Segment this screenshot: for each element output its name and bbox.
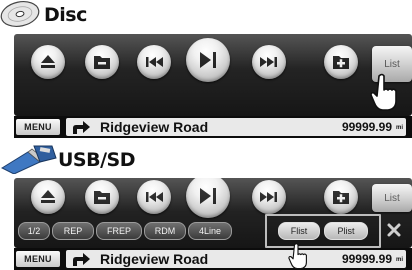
list-button[interactable]: List xyxy=(372,184,412,212)
play-pause-button[interactable] xyxy=(186,178,230,218)
pointing-hand-icon xyxy=(288,243,307,270)
next-track-button[interactable] xyxy=(252,45,286,79)
folder-down-button[interactable] xyxy=(85,45,119,79)
menu-button[interactable]: MENU xyxy=(16,119,60,135)
list-button-label: List xyxy=(384,58,400,70)
folder-down-icon xyxy=(94,191,110,204)
eject-button[interactable] xyxy=(31,45,65,79)
previous-track-button[interactable] xyxy=(137,45,171,79)
usb-section-header: USB/SD xyxy=(0,145,136,174)
folder-down-button[interactable] xyxy=(85,180,119,214)
usb-sd-icon xyxy=(0,145,57,174)
right-turn-arrow-icon xyxy=(73,253,90,266)
previous-track-button[interactable] xyxy=(137,180,171,214)
eject-icon xyxy=(41,55,55,68)
disc-icon xyxy=(0,1,40,27)
road-name: Ridgeview Road xyxy=(100,119,209,135)
usb-sd-title: USB/SD xyxy=(58,149,136,171)
play-pause-button[interactable] xyxy=(186,38,230,82)
disc-title: Disc xyxy=(44,4,87,26)
repeat-button[interactable]: REP xyxy=(52,222,94,240)
distance-value: 99999.99 xyxy=(341,120,392,134)
folder-up-icon xyxy=(333,191,349,204)
distance-value: 99999.99 xyxy=(341,252,392,266)
folder-up-button[interactable] xyxy=(324,180,358,214)
next-track-icon xyxy=(260,57,277,67)
eject-button[interactable] xyxy=(31,180,65,214)
pointing-hand-icon xyxy=(370,73,397,111)
navigation-info[interactable]: Ridgeview Road 99999.99 mi xyxy=(66,250,406,268)
previous-track-icon xyxy=(146,192,163,202)
disc-section-header: Disc xyxy=(0,0,130,28)
eject-icon xyxy=(41,190,55,203)
folder-up-button[interactable] xyxy=(324,45,358,79)
folder-repeat-button[interactable]: FREP xyxy=(96,222,142,240)
play-pause-icon xyxy=(200,52,216,68)
usb-status-bar: MENU Ridgeview Road 99999.99 mi xyxy=(14,248,412,270)
selection-highlight xyxy=(265,214,381,248)
next-track-button[interactable] xyxy=(252,180,286,214)
play-pause-icon xyxy=(200,188,216,204)
page-toggle-button[interactable]: 1/2 xyxy=(18,222,50,240)
list-button-label: List xyxy=(384,192,400,204)
next-track-icon xyxy=(260,192,277,202)
distance-unit: mi xyxy=(395,257,403,263)
folder-down-icon xyxy=(94,56,110,69)
navigation-info[interactable]: Ridgeview Road 99999.99 mi xyxy=(66,118,406,136)
random-button[interactable]: RDM xyxy=(144,222,186,240)
four-line-button[interactable]: 4Line xyxy=(188,222,232,240)
previous-track-icon xyxy=(146,57,163,67)
right-turn-arrow-icon xyxy=(73,121,90,134)
close-icon[interactable] xyxy=(386,222,402,238)
disc-control-panel: List xyxy=(14,34,412,116)
road-name: Ridgeview Road xyxy=(100,251,209,267)
distance-unit: mi xyxy=(395,125,403,131)
disc-status-bar: MENU Ridgeview Road 99999.99 mi xyxy=(14,116,412,138)
menu-button[interactable]: MENU xyxy=(16,251,60,267)
folder-up-icon xyxy=(333,56,349,69)
